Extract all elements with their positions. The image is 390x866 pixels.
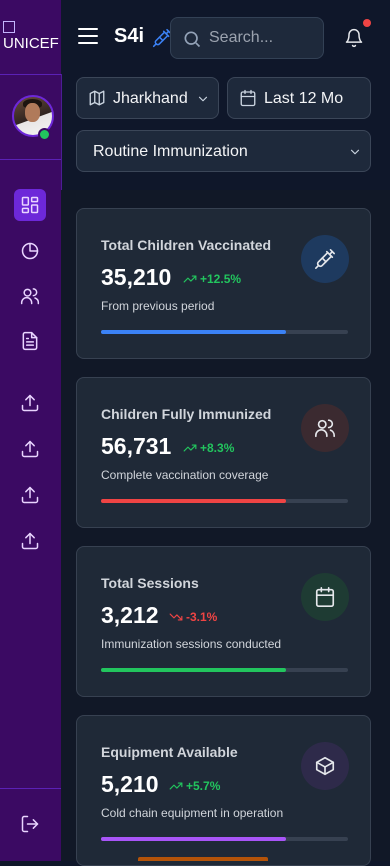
online-status-indicator	[38, 128, 51, 141]
chevron-down-icon	[348, 145, 362, 159]
file-text-icon	[22, 331, 38, 351]
upload-icon	[21, 486, 39, 504]
sidebar-item-documents[interactable]	[14, 325, 46, 357]
card-icon-badge	[301, 235, 349, 283]
brand-title: S4i	[114, 25, 145, 47]
trending-up-icon	[183, 444, 197, 452]
logo-text: UNICEF	[3, 35, 59, 52]
period-select[interactable]: Last 12 Mo	[227, 77, 371, 119]
sidebar-item-upload-3[interactable]	[14, 479, 46, 511]
search-input[interactable]	[209, 18, 317, 58]
card-subtitle: From previous period	[101, 299, 215, 313]
trend-badge: -3.1%	[169, 610, 217, 624]
search-box[interactable]	[170, 17, 324, 59]
card-value: 3,212	[101, 602, 159, 628]
card-value: 56,731	[101, 433, 172, 459]
card-title: Equipment Available	[101, 744, 238, 760]
card-value: 5,210	[101, 771, 159, 797]
sidebar-item-reports[interactable]	[14, 235, 46, 267]
program-select[interactable]: Routine Immunization	[76, 130, 371, 172]
progress-fill	[101, 499, 287, 503]
logout-icon	[21, 815, 39, 833]
trend-value: +5.7%	[186, 779, 221, 793]
progress-track	[101, 837, 348, 841]
card-subtitle: Immunization sessions conducted	[101, 637, 282, 651]
card-subtitle: Cold chain equipment in operation	[101, 806, 284, 820]
logout-button[interactable]	[14, 808, 46, 840]
sidebar-item-upload-1[interactable]	[14, 387, 46, 419]
syringe-icon	[152, 28, 172, 48]
stat-card-total-sessions[interactable]: Total Sessions 3,212 -3.1% Immunization …	[76, 546, 371, 697]
menu-toggle-button[interactable]	[78, 28, 98, 46]
notifications-button[interactable]	[344, 28, 364, 48]
unicef-logo[interactable]: UNICEF	[3, 18, 61, 58]
progress-fill	[101, 330, 287, 334]
progress-fill	[101, 837, 287, 841]
sidebar-divider	[0, 788, 61, 789]
trend-badge: +12.5%	[183, 272, 241, 286]
progress-track	[101, 330, 348, 334]
next-card-peek	[138, 857, 268, 861]
stat-card-equipment-available[interactable]: Equipment Available 5,210 +5.7% Cold cha…	[76, 715, 371, 866]
sidebar-divider	[0, 74, 61, 75]
progress-track	[101, 499, 348, 503]
trend-badge: +5.7%	[169, 779, 220, 793]
upload-icon	[21, 532, 39, 550]
period-select-value: Last 12 Mo	[264, 90, 344, 107]
users-icon	[315, 419, 335, 438]
calendar-icon	[315, 587, 335, 607]
card-icon-badge	[301, 742, 349, 790]
trending-up-icon	[183, 275, 197, 283]
trending-up-icon	[169, 782, 183, 790]
trend-value: +12.5%	[200, 272, 242, 286]
sidebar-item-users[interactable]	[14, 280, 46, 312]
sidebar-item-upload-4[interactable]	[14, 525, 46, 557]
pie-chart-icon	[21, 242, 39, 260]
search-icon	[184, 31, 201, 48]
trend-badge: +8.3%	[183, 441, 234, 455]
stat-card-children-vaccinated[interactable]: Total Children Vaccinated 35,210 +12.5% …	[76, 208, 371, 359]
trend-value: -3.1%	[186, 610, 218, 624]
layout-grid-icon	[21, 196, 39, 214]
stat-card-fully-immunized[interactable]: Children Fully Immunized 56,731 +8.3% Co…	[76, 377, 371, 528]
upload-icon	[21, 440, 39, 458]
map-icon	[88, 89, 106, 107]
sidebar-item-upload-2[interactable]	[14, 433, 46, 465]
sidebar: UNICEF	[0, 0, 62, 861]
upload-icon	[21, 394, 39, 412]
card-subtitle: Complete vaccination coverage	[101, 468, 269, 482]
trending-down-icon	[169, 613, 183, 621]
top-header: S4i	[61, 0, 390, 74]
trend-value: +8.3%	[200, 441, 235, 455]
bell-icon	[345, 28, 363, 48]
card-title: Children Fully Immunized	[101, 406, 272, 422]
region-select[interactable]: Jharkhand	[76, 77, 219, 119]
region-select-value: Jharkhand	[113, 90, 188, 107]
notification-dot	[363, 19, 371, 27]
card-title: Total Sessions	[101, 575, 199, 591]
sidebar-divider	[0, 159, 61, 160]
users-icon	[20, 288, 40, 305]
box-icon	[315, 756, 335, 776]
chevron-down-icon	[196, 92, 210, 106]
progress-track	[101, 668, 348, 672]
card-value: 35,210	[101, 264, 172, 290]
card-icon-badge	[301, 573, 349, 621]
broken-image-icon	[3, 21, 15, 34]
calendar-icon	[239, 89, 257, 107]
card-title: Total Children Vaccinated	[101, 237, 272, 253]
program-select-value: Routine Immunization	[93, 143, 248, 160]
progress-fill	[101, 668, 287, 672]
syringe-icon	[315, 249, 335, 269]
card-icon-badge	[301, 404, 349, 452]
sidebar-item-dashboard[interactable]	[14, 189, 46, 221]
